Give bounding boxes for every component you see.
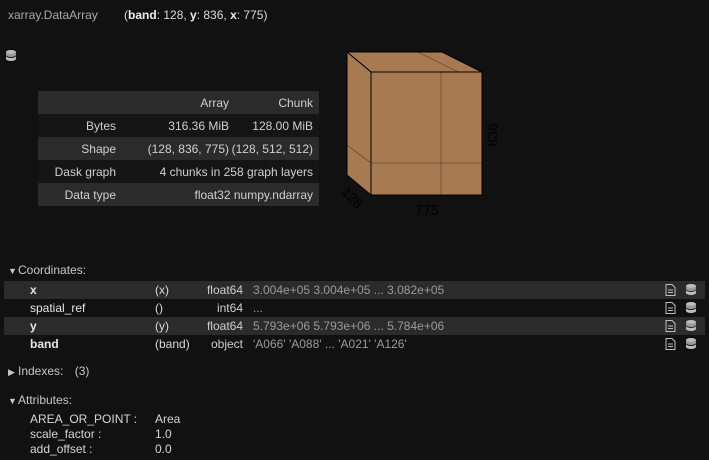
row-chunk-value: (128, 512, 512) [229,137,319,160]
database-icon[interactable] [685,319,697,333]
database-icon[interactable] [685,337,697,351]
dim-band-size: : 128, [156,8,191,22]
dim-band-name: band [128,8,157,22]
coord-dtype: float64 [206,319,243,333]
col-array-header: Array [124,91,229,114]
coord-dtype: int64 [216,301,243,315]
row-key: Dask graph [38,160,124,183]
table-header-row: Array Chunk [38,91,319,114]
coord-dims: () [155,301,163,315]
attributes-section-header[interactable]: ▼Attributes: [8,393,72,407]
cube-faces [345,50,483,197]
file-text-icon[interactable] [665,284,676,296]
database-icon[interactable] [685,283,697,297]
attribute-key: AREA_OR_POINT : [30,412,138,426]
coord-dims: (y) [155,319,169,333]
coordinates-section-header[interactable]: ▼Coordinates: [8,263,86,277]
row-key: Bytes [38,114,124,137]
coord-preview: 5.793e+06 5.793e+06 ... 5.784e+06 [253,319,445,333]
row-array-value: (128, 836, 775) [124,137,229,160]
dim-y-size: : 836, [196,8,231,22]
coordinates-title: Coordinates: [18,263,87,277]
coordinate-row-spatial-ref: spatial_ref () int64 ... [4,299,705,317]
cube-label-y: 836 [484,123,500,147]
coord-name: spatial_ref [30,301,86,315]
attribute-key: add_offset : [30,442,93,456]
coord-name: x [30,283,37,297]
table-row: Shape (128, 836, 775) (128, 512, 512) [38,137,319,160]
row-chunk-value: 128.00 MiB [229,114,319,137]
row-array-value: 316.36 MiB [124,114,229,137]
table-row: Data type float32 numpy.ndarray [38,183,319,206]
coordinate-row-x: x (x) float64 3.004e+05 3.004e+05 ... 3.… [4,281,705,299]
coord-dtype: float64 [206,283,243,297]
coord-dtype: object [210,337,243,351]
dim-x-name: x [230,8,237,22]
coord-dims: (band) [155,337,190,351]
triangle-right-icon: ▶ [8,367,15,377]
file-text-icon[interactable] [665,338,676,350]
coord-dims: (x) [155,283,169,297]
row-span-value: 4 chunks in 258 graph layers [124,160,319,183]
triangle-down-icon: ▼ [8,266,17,276]
row-span-value: float32 numpy.ndarray [124,183,319,206]
database-icon[interactable] [5,49,17,63]
coordinate-row-y: y (y) float64 5.793e+06 5.793e+06 ... 5.… [4,317,705,335]
file-text-icon[interactable] [665,302,676,314]
coord-name: band [30,337,59,351]
coordinate-row-band: band (band) object 'A066' 'A088' ... 'A0… [4,335,705,353]
coord-name: y [30,319,37,333]
dataarray-dims: (band: 128, y: 836, x: 775) [124,8,267,22]
indexes-section-header[interactable]: ▶ Indexes: (3) [8,364,89,378]
attribute-value: 0.0 [155,442,172,456]
indexes-title: Indexes: [18,364,64,378]
table-row: Dask graph 4 chunks in 258 graph layers [38,160,319,183]
attributes-title: Attributes: [18,393,73,407]
dataarray-type: xarray.DataArray [8,8,98,22]
col-chunk-header: Chunk [229,91,319,114]
coord-preview: 'A066' 'A088' ... 'A021' 'A126' [253,337,407,351]
attribute-value: Area [155,412,181,426]
dim-x-size: : 775) [236,8,268,22]
dim-y-name: y [190,8,197,22]
table-row: Bytes 316.36 MiB 128.00 MiB [38,114,319,137]
indexes-count: (3) [74,364,90,378]
row-key: Shape [38,137,124,160]
database-icon[interactable] [685,301,697,315]
attribute-key: scale_factor : [30,427,102,441]
coord-preview: ... [253,301,264,315]
cube-side-face [346,50,372,197]
chunk-cube-diagram: 775 836 128 [339,50,500,218]
attribute-value: 1.0 [155,427,172,441]
coord-preview: 3.004e+05 3.004e+05 ... 3.082e+05 [253,283,445,297]
cube-front-face [370,71,483,196]
triangle-down-icon: ▼ [8,396,17,406]
cube-label-x: 775 [415,202,439,218]
row-key: Data type [38,183,124,206]
dask-info-table: Array Chunk Bytes 316.36 MiB 128.00 MiB … [38,91,319,206]
file-text-icon[interactable] [665,320,676,332]
